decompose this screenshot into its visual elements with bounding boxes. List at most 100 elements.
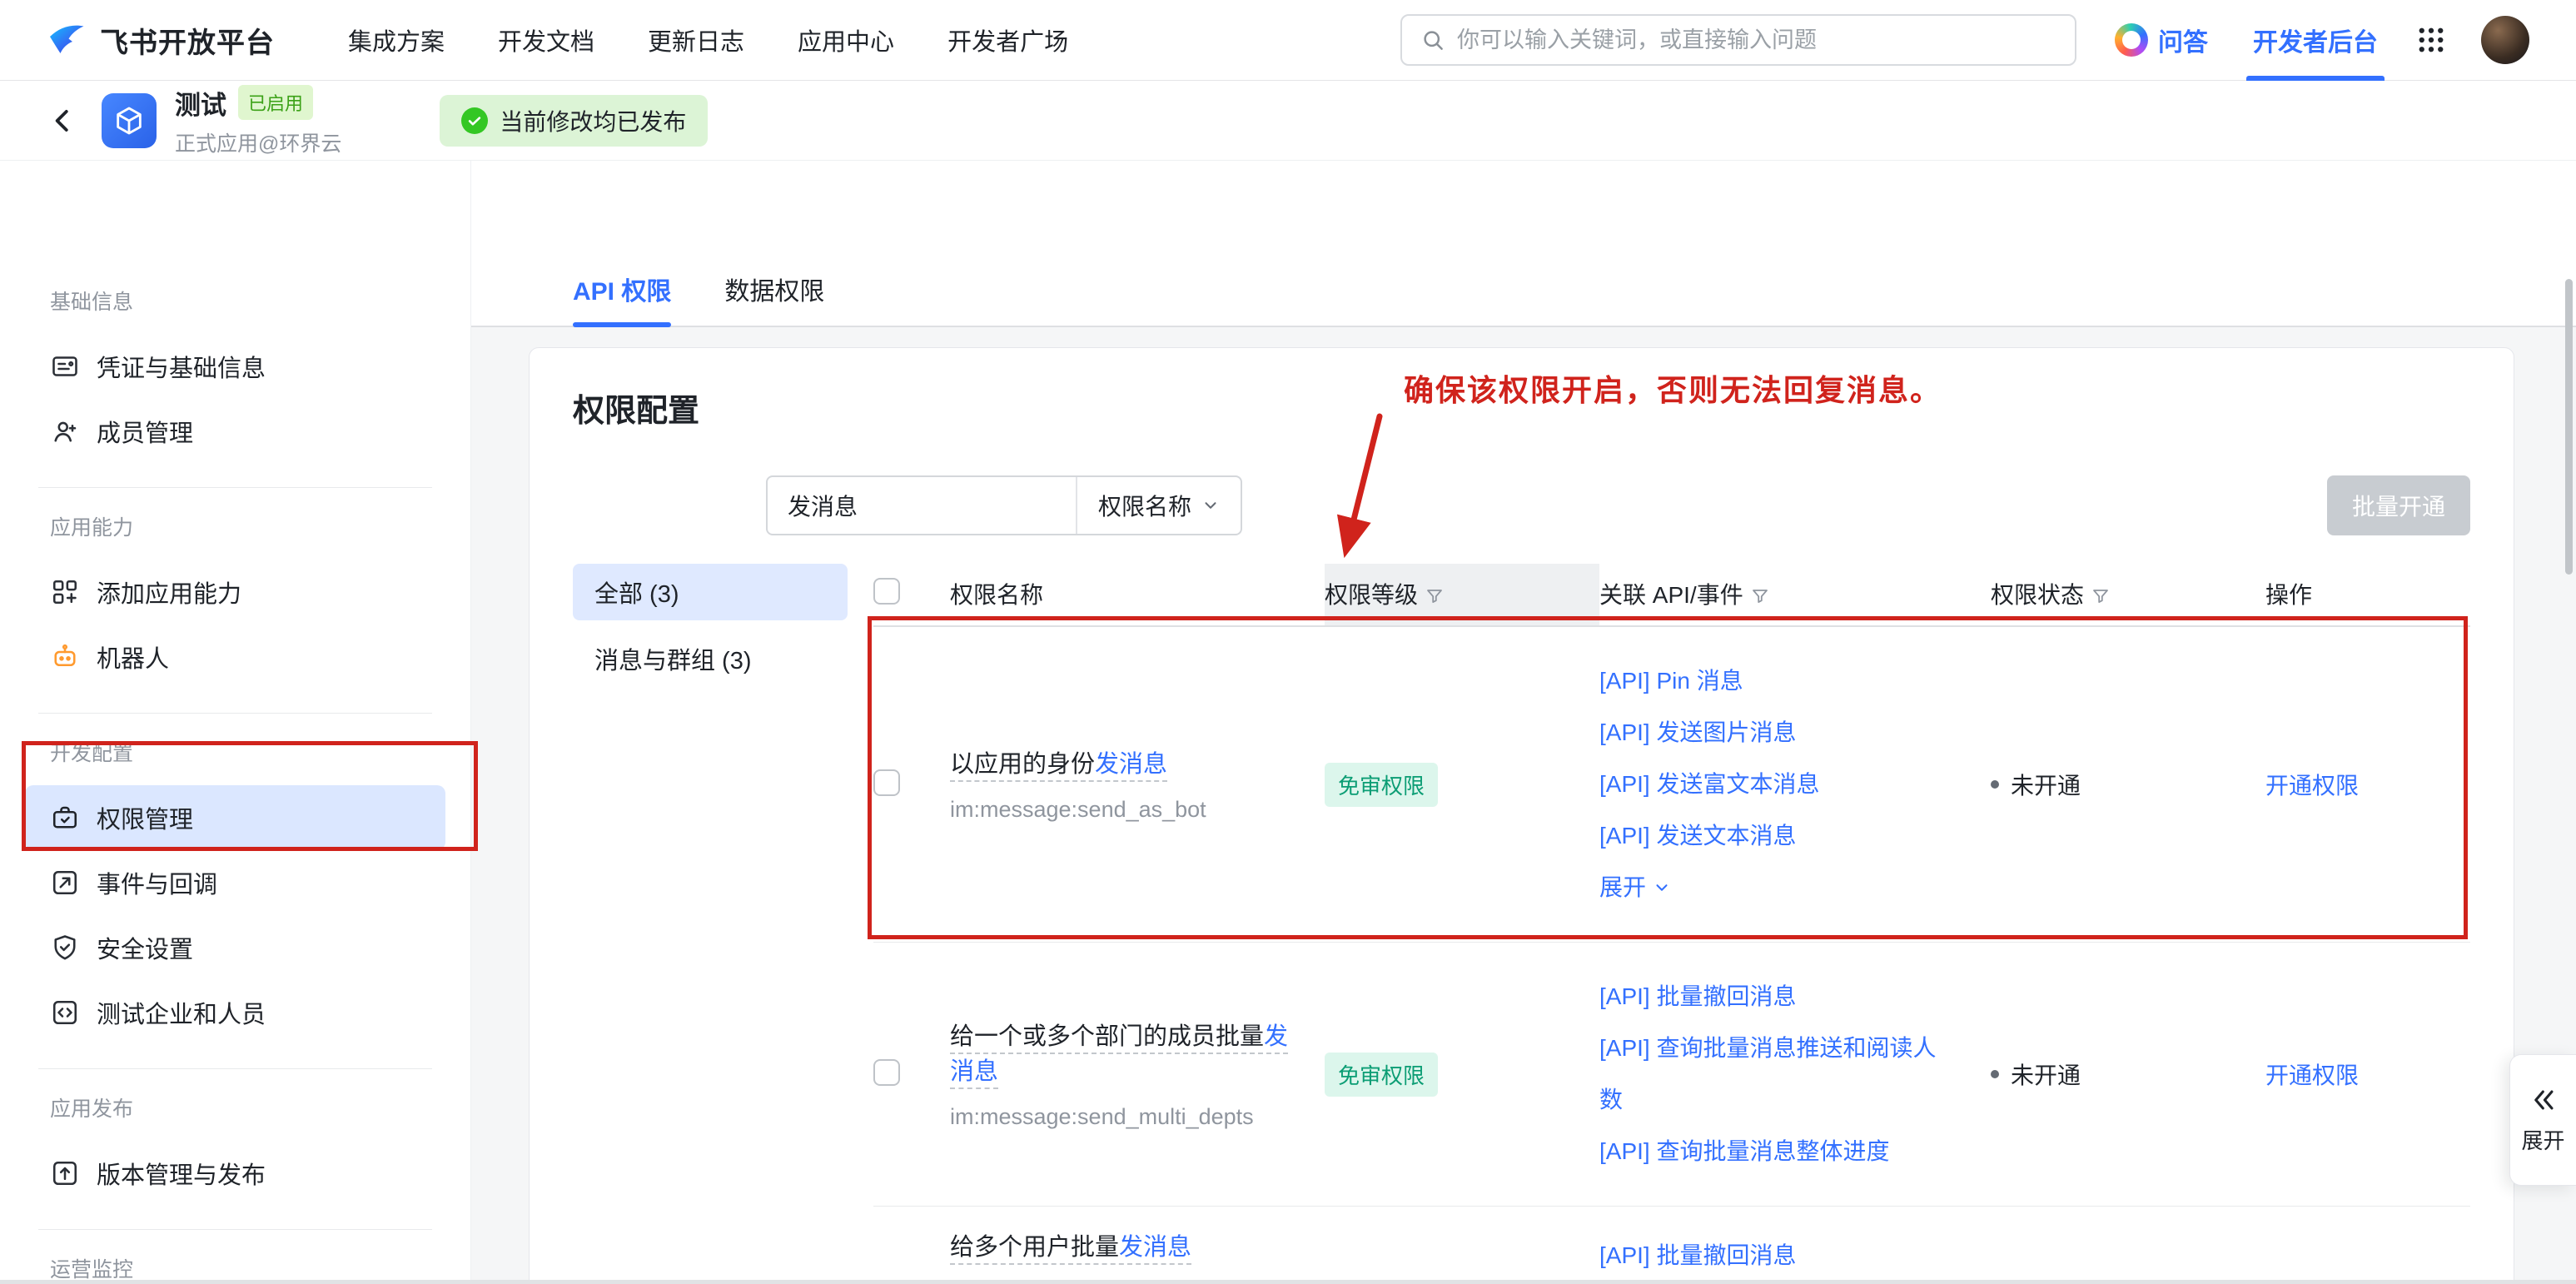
sidebar-section-basic-info: 基础信息 [25,286,445,316]
api-link[interactable]: [API] 查询批量消息推送和阅读人数 [1599,1023,1953,1126]
table-row: 给一个或多个部门的成员批量发消息 im:message:send_multi_d… [873,943,2470,1207]
chevron-down-icon [1653,878,1671,897]
permission-name: 以应用的身份发消息 [950,751,1167,782]
api-link[interactable]: [API] 发送富文本消息 [1599,759,1953,810]
developer-console-tab[interactable]: 开发者后台 [2253,0,2378,81]
sidebar-item-credentials[interactable]: 凭证与基础信息 [25,334,445,399]
expand-panel-button[interactable]: 展开 [2509,1054,2576,1186]
permission-status: 未开通 [1991,768,2081,801]
user-avatar[interactable] [2481,16,2529,64]
table-row: 以应用的身份发消息 im:message:send_as_bot 免审权限 [A… [873,626,2470,943]
sidebar-divider [38,713,432,714]
global-search[interactable] [1400,14,2076,66]
sidebar-divider [38,1068,432,1069]
permission-icon [50,803,80,833]
brand[interactable]: 飞书开放平台 [47,20,275,61]
category-message-group[interactable]: 消息与群组 (3) [573,630,848,687]
batch-open-button[interactable]: 批量开通 [2327,475,2470,535]
qa-gradient-icon [2115,23,2148,57]
header-related-api[interactable]: 关联 API/事件 [1599,564,1991,626]
sidebar-item-label: 事件与回调 [97,865,217,900]
feishu-logo-icon [47,20,87,60]
back-button[interactable] [47,105,78,137]
event-callback-icon [50,868,80,898]
api-link[interactable]: [API] 批量撤回消息 [1599,1230,1953,1282]
permission-status: 未开通 [1991,1058,2081,1091]
header-permission-status[interactable]: 权限状态 [1991,564,2265,626]
sidebar-item-permissions[interactable]: 权限管理 [25,785,445,850]
menu-item-app-center[interactable]: 应用中心 [798,22,894,57]
sidebar-item-label: 版本管理与发布 [97,1156,266,1191]
menu-item-changelog[interactable]: 更新日志 [648,22,744,57]
row-checkbox[interactable] [873,769,900,796]
permission-search-input[interactable] [768,492,1076,519]
vertical-scrollbar-thumb[interactable] [2565,279,2573,575]
tab-api-permissions[interactable]: API 权限 [573,271,671,326]
test-company-icon [50,998,80,1028]
category-all[interactable]: 全部 (3) [573,564,848,620]
sidebar-item-label: 添加应用能力 [97,575,241,610]
enabled-status-badge: 已启用 [238,85,313,120]
permission-name-link[interactable]: 发消息 [1095,751,1167,778]
permission-name: 给多个用户批量发消息 [950,1234,1191,1265]
open-permission-link[interactable]: 开通权限 [2265,773,2359,799]
publish-status-text: 当前修改均已发布 [500,104,686,137]
chevron-down-icon [1201,496,1220,515]
api-link[interactable]: [API] 发送图片消息 [1599,707,1953,759]
global-search-input[interactable] [1457,27,2056,53]
open-permission-link[interactable]: 开通权限 [2265,1063,2359,1088]
developer-console-label: 开发者后台 [2253,22,2378,58]
top-navigation: 飞书开放平台 集成方案 开发文档 更新日志 应用中心 开发者广场 问答 开发者后… [0,0,2576,81]
sidebar-item-bot[interactable]: 机器人 [25,625,445,689]
sidebar-item-label: 成员管理 [97,414,193,449]
sidebar-item-version-release[interactable]: 版本管理与发布 [25,1141,445,1206]
tab-label: 数据权限 [724,278,824,306]
app-subtitle: 正式应用@环界云 [175,127,341,157]
sidebar-item-members[interactable]: 成员管理 [25,399,445,464]
sidebar-item-security[interactable]: 安全设置 [25,915,445,980]
double-chevron-left-icon [2529,1086,2559,1114]
toolbar: 权限名称 批量开通 [573,475,2470,535]
row-checkbox[interactable] [873,1059,900,1086]
add-capability-icon [50,577,80,607]
sidebar-item-events[interactable]: 事件与回调 [25,850,445,915]
permissions-table: 权限名称 权限等级 关联 API/事件 权限状态 操作 [873,564,2470,1284]
sidebar-item-test-company[interactable]: 测试企业和人员 [25,980,445,1045]
filter-funnel-icon [1425,586,1445,606]
search-field-select[interactable]: 权限名称 [1076,477,1241,534]
sidebar-item-add-capability[interactable]: 添加应用能力 [25,560,445,625]
filter-funnel-icon [1750,586,1770,606]
primary-menu: 集成方案 开发文档 更新日志 应用中心 开发者广场 [348,22,1068,57]
apps-grid-icon[interactable] [2416,25,2446,55]
api-link[interactable]: [API] Pin 消息 [1599,655,1953,707]
permission-name: 给一个或多个部门的成员批量发消息 [950,1023,1288,1089]
header-permission-name: 权限名称 [950,564,1325,626]
sidebar-divider [38,1229,432,1230]
api-link[interactable]: [API] 发送文本消息 [1599,810,1953,862]
members-icon [50,416,80,446]
qa-label: 问答 [2158,22,2208,58]
menu-item-dev-plaza[interactable]: 开发者广场 [947,22,1068,57]
header-actions: 操作 [2265,564,2470,626]
tab-label: API 权限 [573,278,671,306]
qa-entry[interactable]: 问答 [2115,22,2208,58]
credential-icon [50,351,80,381]
permission-name-link[interactable]: 发消息 [1119,1234,1191,1261]
menu-item-integration[interactable]: 集成方案 [348,22,445,57]
select-all-checkbox[interactable] [873,578,900,605]
permission-config-card: 权限配置 权限名称 批量开通 全部 (3) [529,347,2514,1284]
expand-apis-link[interactable]: 展开 [1599,862,1974,913]
robot-icon [50,642,80,672]
menu-item-docs[interactable]: 开发文档 [498,22,594,57]
filter-funnel-icon [2091,586,2111,606]
permission-level-badge: 免审权限 [1325,1053,1438,1097]
sidebar-item-label: 凭证与基础信息 [97,349,266,384]
search-icon [1420,27,1445,52]
sidebar-section-release: 应用发布 [25,1092,445,1122]
api-link[interactable]: [API] 查询批量消息整体进度 [1599,1126,1953,1177]
tab-data-permissions[interactable]: 数据权限 [724,271,824,326]
expand-panel-label: 展开 [2521,1124,2564,1155]
header-permission-level[interactable]: 权限等级 [1325,564,1599,626]
api-link[interactable]: [API] 批量撤回消息 [1599,971,1953,1023]
sidebar-section-dev-config: 开发配置 [25,737,445,767]
